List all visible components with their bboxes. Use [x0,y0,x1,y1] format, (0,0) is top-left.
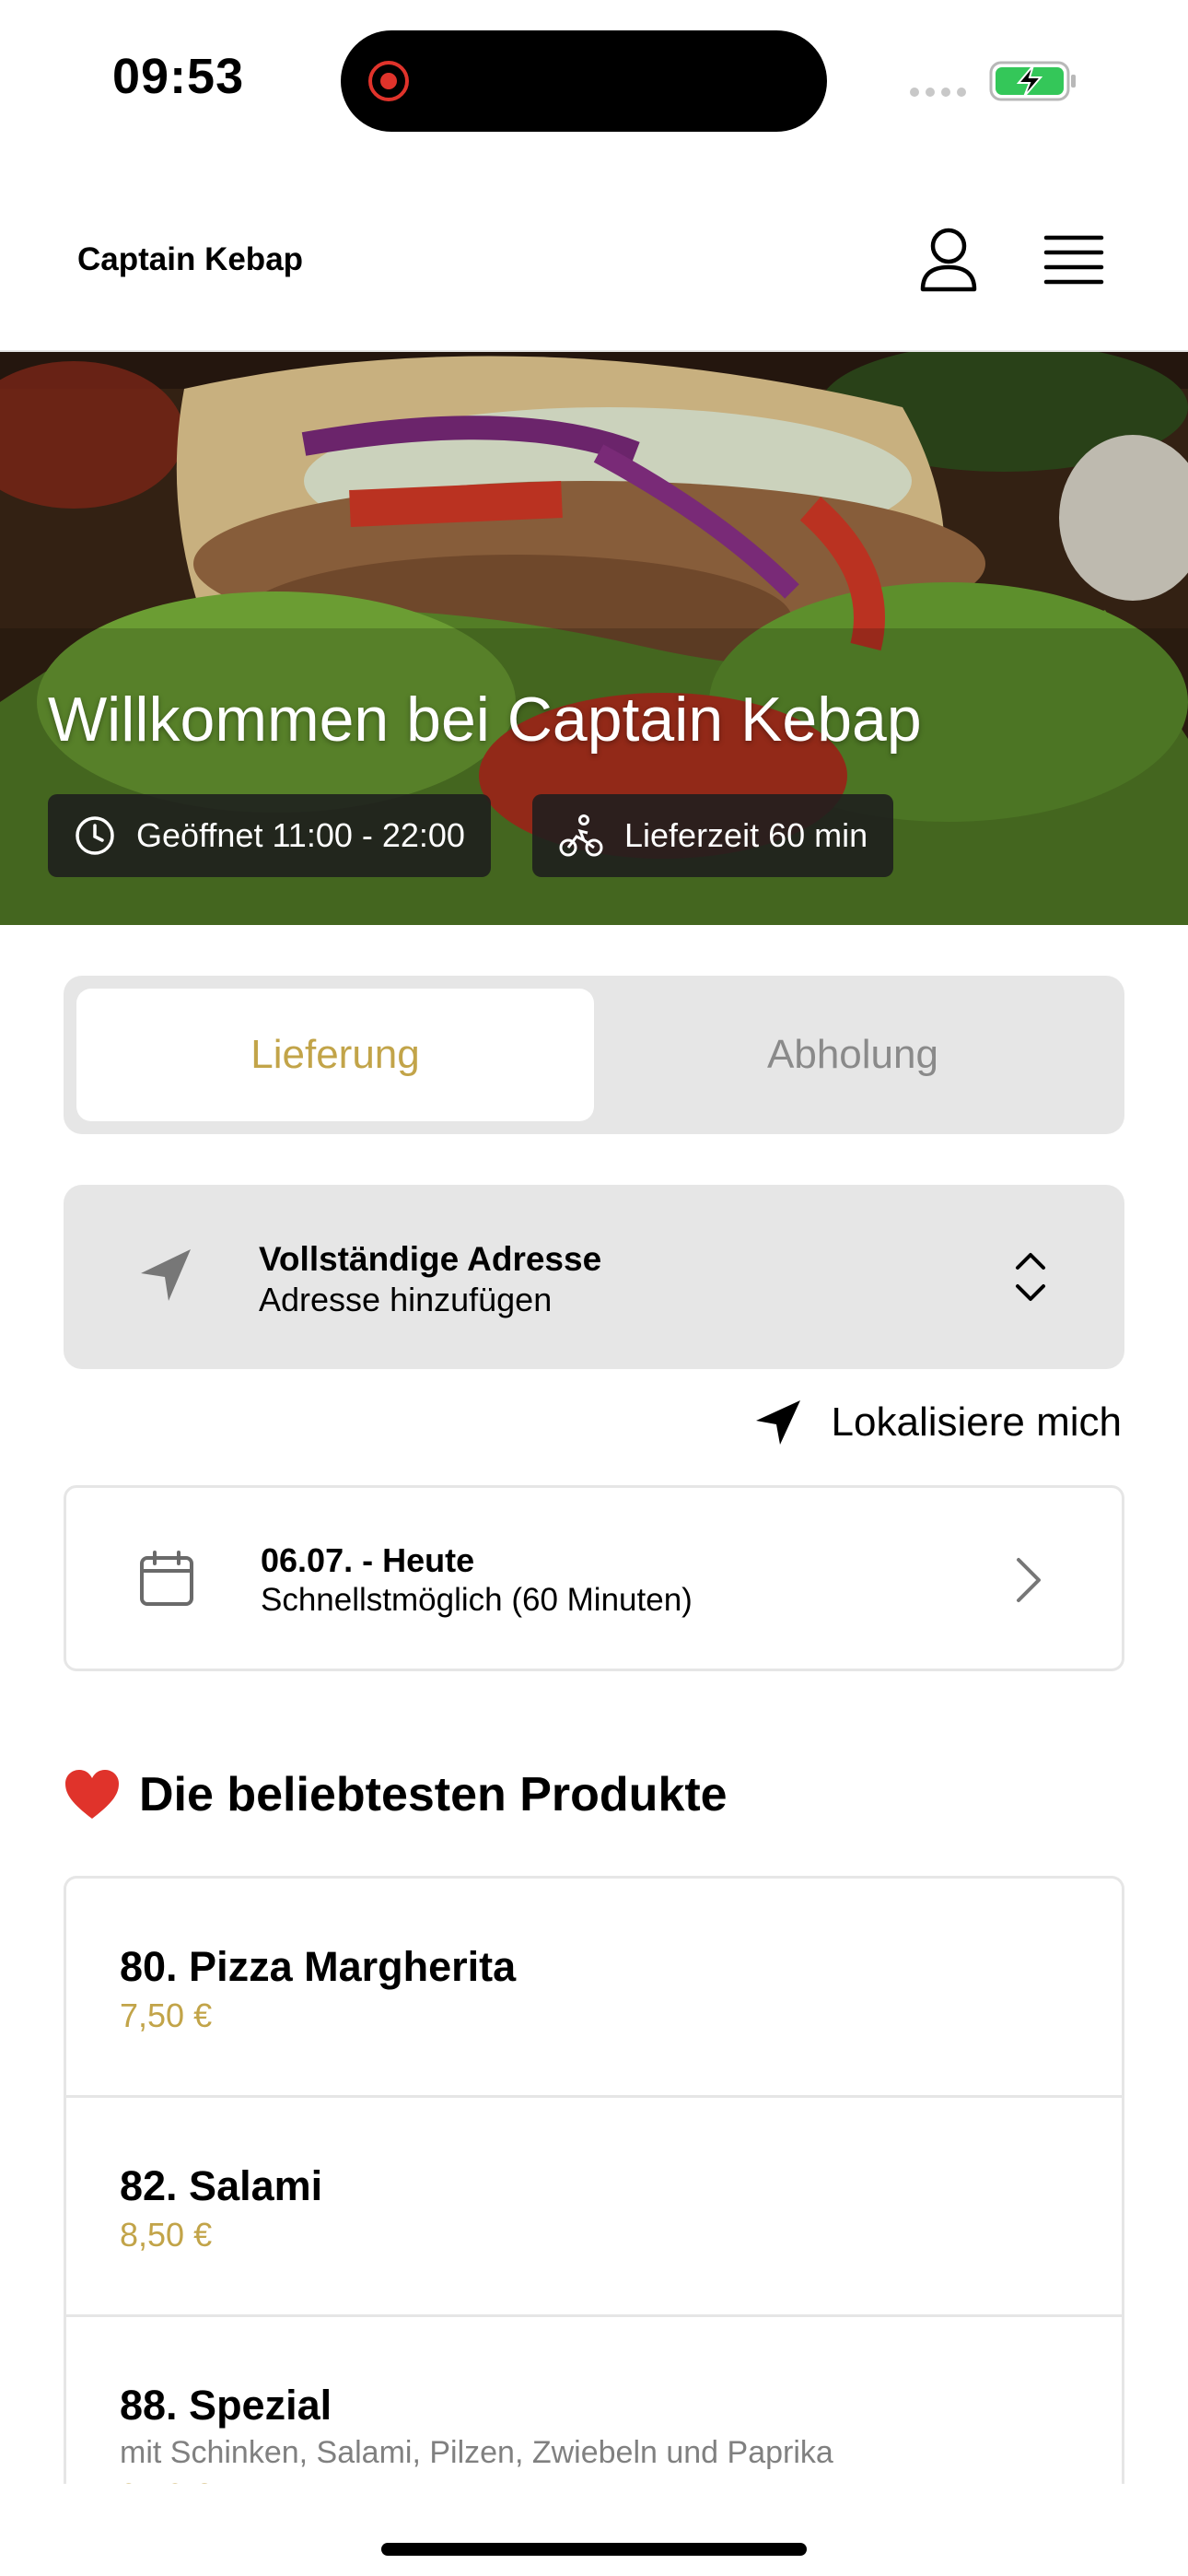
locate-me-button[interactable]: Lokalisiere mich [752,1397,1122,1448]
location-arrow-icon [141,1249,191,1301]
opening-hours-badge: Geöffnet 11:00 - 22:00 [48,794,491,877]
product-list: 80. Pizza Margherita 7,50 € 82. Salami 8… [64,1876,1124,2484]
product-item[interactable]: 80. Pizza Margherita 7,50 € [66,1879,1122,2098]
product-name: 82. Salami [120,2162,323,2209]
pickup-option-button[interactable]: Abholung [594,989,1112,1121]
brand-name[interactable]: Captain Kebap [77,241,303,278]
bicycle-rider-icon [559,814,603,857]
schedule-time: Schnellstmöglich (60 Minuten) [261,1582,693,1618]
hero-banner: Willkommen bei Captain Kebap Geöffnet 11… [0,352,1188,925]
clock-icon [76,816,114,855]
chevron-right-icon [1017,1558,1041,1602]
popular-title-text: Die beliebtesten Produkte [139,1768,728,1821]
product-description: mit Schinken, Salami, Pilzen, Zwiebeln u… [120,2435,833,2470]
product-price: 7,50 € [120,1996,213,2034]
address-placeholder: Adresse hinzufügen [259,1281,553,1318]
schedule-selector[interactable]: 06.07. - Heute Schnellstmöglich (60 Minu… [64,1485,1124,1671]
address-title: Vollständige Adresse [259,1240,602,1278]
product-item[interactable]: 82. Salami 8,50 € [66,2098,1122,2317]
heart-icon [65,1770,119,1819]
popular-section-title: Die beliebtesten Produkte [64,1767,728,1822]
address-selector[interactable]: Vollständige Adresse Adresse hinzufügen [64,1185,1124,1369]
product-name: 80. Pizza Margherita [120,1943,517,1990]
status-bar: 09:53 [0,0,1188,157]
hamburger-menu-icon[interactable] [1037,223,1111,297]
hero-title: Willkommen bei Captain Kebap [48,685,922,755]
delivery-time-text: Lieferzeit 60 min [624,816,868,854]
product-price: 8,50 € [120,2216,213,2254]
calendar-icon [140,1551,193,1606]
opening-hours-text: Geöffnet 11:00 - 22:00 [136,816,465,854]
product-price: 9,50 € [120,2476,1122,2484]
order-mode-toggle: Lieferung Abholung [64,976,1124,1134]
signal-icon [910,88,966,97]
user-account-icon[interactable] [912,223,985,297]
product-name: 88. Spezial [120,2382,332,2429]
battery-charging-icon [989,61,1076,101]
locate-me-label: Lokalisiere mich [831,1399,1122,1445]
dynamic-island [341,30,827,132]
app-header: Captain Kebap [0,157,1188,352]
recording-indicator-icon [368,61,409,101]
delivery-option-button[interactable]: Lieferung [76,989,594,1121]
schedule-date: 06.07. - Heute [261,1541,475,1579]
chevron-up-down-icon [1016,1253,1045,1301]
status-time: 09:53 [112,49,245,104]
location-arrow-icon [755,1400,800,1445]
home-indicator[interactable] [381,2543,807,2556]
delivery-time-badge: Lieferzeit 60 min [532,794,894,877]
product-item[interactable]: 88. Spezial mit Schinken, Salami, Pilzen… [66,2317,1122,2484]
